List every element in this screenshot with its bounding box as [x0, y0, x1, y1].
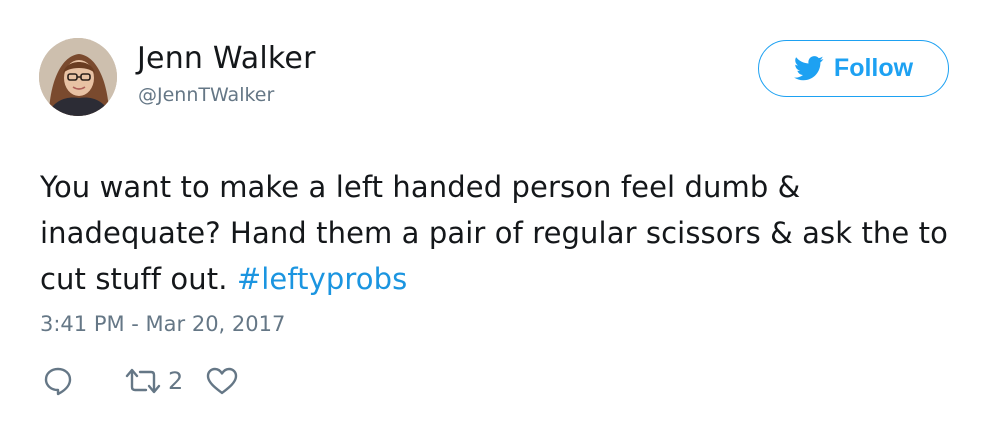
retweet-icon: [124, 367, 162, 395]
tweet-timestamp[interactable]: 3:41 PM - Mar 20, 2017: [40, 310, 285, 338]
reply-icon: [42, 365, 74, 397]
retweet-button[interactable]: 2: [124, 367, 183, 395]
author-name[interactable]: Jenn Walker: [137, 41, 316, 77]
reply-button[interactable]: [42, 365, 74, 397]
tweet-body: You want to make a left handed person fe…: [40, 170, 948, 296]
twitter-bird-icon: [793, 56, 824, 81]
author-handle[interactable]: @JennTWalker: [138, 83, 274, 107]
avatar[interactable]: [39, 38, 117, 116]
follow-button[interactable]: Follow: [758, 40, 949, 97]
retweet-count: 2: [168, 367, 184, 395]
heart-icon: [205, 366, 239, 396]
follow-button-label: Follow: [833, 54, 914, 82]
tweet-text: You want to make a left handed person fe…: [40, 164, 960, 302]
hashtag-link[interactable]: #leftyprobs: [237, 262, 407, 296]
tweet-actions: 2: [42, 362, 239, 400]
avatar-image: [39, 38, 117, 116]
tweet-card: Jenn Walker @JennTWalker Follow You want…: [0, 0, 991, 439]
like-button[interactable]: [205, 366, 239, 396]
